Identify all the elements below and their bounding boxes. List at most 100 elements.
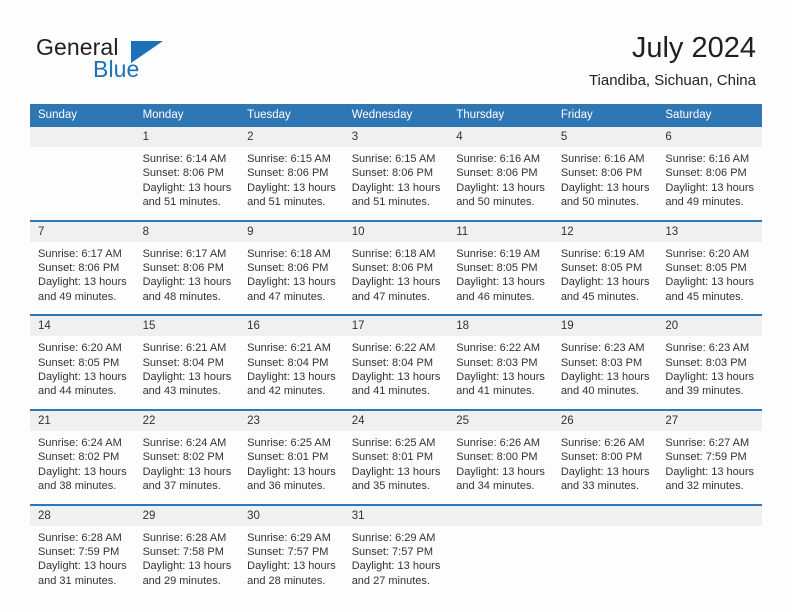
- day-number[interactable]: 12: [552, 219, 658, 242]
- day-sunrise-text: Sunrise: 6:29 AM: [351, 531, 436, 544]
- day-number[interactable]: 14: [30, 314, 135, 337]
- week-daynumber-row: 28 29 30 31: [30, 503, 762, 526]
- day-detail-cell[interactable]: Sunrise: 6:25 AM Sunset: 8:01 PM Daylight:…: [343, 430, 449, 505]
- day-detail-cell[interactable]: Sunrise: 6:19 AM Sunset: 8:05 PM Daylight:…: [552, 241, 658, 316]
- day-detail-cell[interactable]: Sunrise: 6:22 AM Sunset: 8:04 PM Daylight:…: [343, 336, 449, 410]
- day-number[interactable]: 27: [657, 408, 762, 431]
- day-number[interactable]: 17: [343, 314, 449, 337]
- day-detail-cell[interactable]: Sunrise: 6:28 AM Sunset: 7:59 PM Daylight:…: [30, 525, 135, 599]
- day-detail-cell[interactable]: Sunrise: 6:23 AM Sunset: 8:03 PM Daylight:…: [552, 336, 658, 410]
- day-number[interactable]: 24: [343, 408, 449, 431]
- day-number[interactable]: 18: [448, 314, 553, 337]
- day-detail-cell[interactable]: Sunrise: 6:26 AM Sunset: 8:00 PM Daylight:…: [448, 430, 553, 505]
- day-daylight-text: and 50 minutes.: [456, 196, 535, 209]
- calendar-body: 1 2 3 4 5 6 Sunrise: 6:14 AM Sunset: 8:06 PM Day…: [30, 127, 762, 599]
- day-detail-cell[interactable]: Sunrise: 6:18 AM Sunset: 8:06 PM Daylight:…: [343, 241, 449, 316]
- day-sunset-text: Sunset: 7:57 PM: [247, 545, 329, 558]
- day-number[interactable]: 1: [134, 127, 240, 147]
- day-detail-cell[interactable]: Sunrise: 6:21 AM Sunset: 8:04 PM Daylight:…: [239, 336, 344, 410]
- day-detail-cell[interactable]: Sunrise: 6:18 AM Sunset: 8:06 PM Daylight:…: [239, 241, 344, 316]
- day-detail-cell[interactable]: Sunrise: 6:29 AM Sunset: 7:57 PM Daylight:…: [239, 525, 344, 599]
- day-number[interactable]: 13: [657, 219, 762, 242]
- day-number[interactable]: 29: [134, 503, 240, 526]
- day-sunrise-text: Sunrise: 6:19 AM: [560, 247, 645, 260]
- day-number[interactable]: 21: [30, 408, 135, 431]
- day-detail-cell[interactable]: Sunrise: 6:23 AM Sunset: 8:03 PM Daylight:…: [657, 336, 762, 410]
- day-daylight-text: and 43 minutes.: [142, 385, 221, 398]
- day-number[interactable]: 30: [239, 503, 344, 526]
- day-detail-cell[interactable]: Sunrise: 6:21 AM Sunset: 8:04 PM Daylight:…: [134, 336, 240, 410]
- day-sunrise-text: Sunrise: 6:29 AM: [247, 531, 331, 544]
- day-number[interactable]: 19: [552, 314, 658, 337]
- day-detail-cell[interactable]: Sunrise: 6:16 AM Sunset: 8:06 PM Daylight:…: [552, 147, 658, 221]
- day-detail-cell[interactable]: Sunrise: 6:27 AM Sunset: 7:59 PM Daylight:…: [657, 430, 762, 505]
- day-sunset-text: Sunset: 8:05 PM: [38, 356, 120, 369]
- day-number[interactable]: 31: [343, 503, 449, 526]
- day-detail-cell[interactable]: Sunrise: 6:17 AM Sunset: 8:06 PM Daylight:…: [134, 241, 240, 316]
- day-sunset-text: Sunset: 8:06 PM: [560, 167, 643, 180]
- day-sunset-text: Sunset: 8:06 PM: [247, 262, 329, 275]
- day-number[interactable]: 3: [343, 127, 449, 147]
- day-number[interactable]: 23: [239, 408, 344, 431]
- day-number[interactable]: 25: [448, 408, 553, 431]
- day-number[interactable]: 20: [657, 314, 762, 337]
- day-sunrise-text: Sunrise: 6:17 AM: [142, 247, 227, 260]
- day-daylight-text: Daylight: 13 hours: [560, 276, 650, 289]
- day-number[interactable]: 10: [343, 219, 449, 242]
- day-detail-cell[interactable]: Sunrise: 6:19 AM Sunset: 8:05 PM Daylight:…: [448, 241, 553, 316]
- day-detail-cell[interactable]: Sunrise: 6:20 AM Sunset: 8:05 PM Daylight:…: [657, 241, 762, 316]
- day-detail-cell[interactable]: Sunrise: 6:28 AM Sunset: 7:58 PM Daylight:…: [134, 525, 240, 599]
- day-number[interactable]: 7: [30, 219, 135, 242]
- day-daylight-text: and 28 minutes.: [247, 574, 326, 587]
- day-number[interactable]: 26: [552, 408, 658, 431]
- day-detail-cell[interactable]: Sunrise: 6:25 AM Sunset: 8:01 PM Daylight:…: [239, 430, 344, 505]
- day-number[interactable]: 16: [239, 314, 344, 337]
- day-detail-cell[interactable]: Sunrise: 6:14 AM Sunset: 8:06 PM Daylight:…: [134, 147, 240, 221]
- day-number[interactable]: 8: [134, 219, 240, 242]
- calendar-page: General Blue July 2024 Tiandiba, Sichuan…: [0, 0, 792, 612]
- day-number[interactable]: 6: [657, 127, 762, 147]
- day-daylight-text: and 36 minutes.: [247, 480, 326, 493]
- day-daylight-text: and 33 minutes.: [560, 480, 640, 493]
- weekday-header-thursday: Thursday: [448, 104, 553, 127]
- day-daylight-text: Daylight: 13 hours: [38, 371, 127, 384]
- day-sunrise-text: Sunrise: 6:27 AM: [665, 436, 750, 449]
- day-detail-cell[interactable]: Sunrise: 6:29 AM Sunset: 7:57 PM Daylight:…: [343, 525, 449, 599]
- day-daylight-text: and 42 minutes.: [247, 385, 326, 398]
- day-number[interactable]: 22: [134, 408, 240, 431]
- day-sunrise-text: Sunrise: 6:25 AM: [351, 436, 436, 449]
- day-detail-cell[interactable]: Sunrise: 6:22 AM Sunset: 8:03 PM Daylight:…: [448, 336, 553, 410]
- day-daylight-text: and 32 minutes.: [665, 480, 744, 493]
- day-number[interactable]: 5: [552, 127, 658, 147]
- day-number[interactable]: 28: [30, 503, 135, 526]
- day-sunset-text: Sunset: 8:03 PM: [456, 356, 538, 369]
- day-detail-cell[interactable]: Sunrise: 6:15 AM Sunset: 8:06 PM Daylight:…: [239, 147, 344, 221]
- day-number[interactable]: 15: [134, 314, 240, 337]
- day-number[interactable]: 11: [448, 219, 553, 242]
- day-sunset-text: Sunset: 7:59 PM: [665, 451, 747, 464]
- day-detail-cell[interactable]: Sunrise: 6:16 AM Sunset: 8:06 PM Daylight:…: [657, 147, 762, 221]
- day-daylight-text: Daylight: 13 hours: [38, 276, 127, 289]
- general-blue-logo[interactable]: General Blue: [36, 34, 266, 92]
- day-sunrise-text: Sunrise: 6:23 AM: [560, 342, 645, 355]
- day-number[interactable]: 2: [239, 127, 344, 147]
- day-number[interactable]: 4: [448, 127, 553, 147]
- day-detail-cell[interactable]: Sunrise: 6:20 AM Sunset: 8:05 PM Daylight:…: [30, 336, 135, 410]
- day-detail-cell[interactable]: Sunrise: 6:17 AM Sunset: 8:06 PM Daylight:…: [30, 241, 135, 316]
- week-detail-row: Sunrise: 6:24 AM Sunset: 8:02 PM Daylight:…: [30, 430, 762, 505]
- day-detail-cell[interactable]: Sunrise: 6:26 AM Sunset: 8:00 PM Daylight:…: [552, 430, 658, 505]
- day-daylight-text: and 38 minutes.: [38, 480, 117, 493]
- day-sunrise-text: Sunrise: 6:18 AM: [247, 247, 331, 260]
- day-sunset-text: Sunset: 8:05 PM: [560, 262, 643, 275]
- day-detail-cell[interactable]: Sunrise: 6:16 AM Sunset: 8:06 PM Daylight:…: [448, 147, 553, 221]
- day-daylight-text: Daylight: 13 hours: [560, 181, 650, 194]
- week-daynumber-row: 21 22 23 24 25 26 27: [30, 408, 762, 431]
- day-daylight-text: and 49 minutes.: [665, 196, 744, 209]
- day-number[interactable]: 9: [239, 219, 344, 242]
- day-daylight-text: Daylight: 13 hours: [560, 371, 650, 384]
- day-detail-cell[interactable]: Sunrise: 6:24 AM Sunset: 8:02 PM Daylight:…: [30, 430, 135, 505]
- day-detail-cell[interactable]: Sunrise: 6:24 AM Sunset: 8:02 PM Daylight:…: [134, 430, 240, 505]
- week-daynumber-row: 123456: [30, 127, 762, 147]
- day-detail-cell[interactable]: Sunrise: 6:15 AM Sunset: 8:06 PM Daylight:…: [343, 147, 449, 221]
- day-sunset-text: Sunset: 8:05 PM: [665, 262, 747, 275]
